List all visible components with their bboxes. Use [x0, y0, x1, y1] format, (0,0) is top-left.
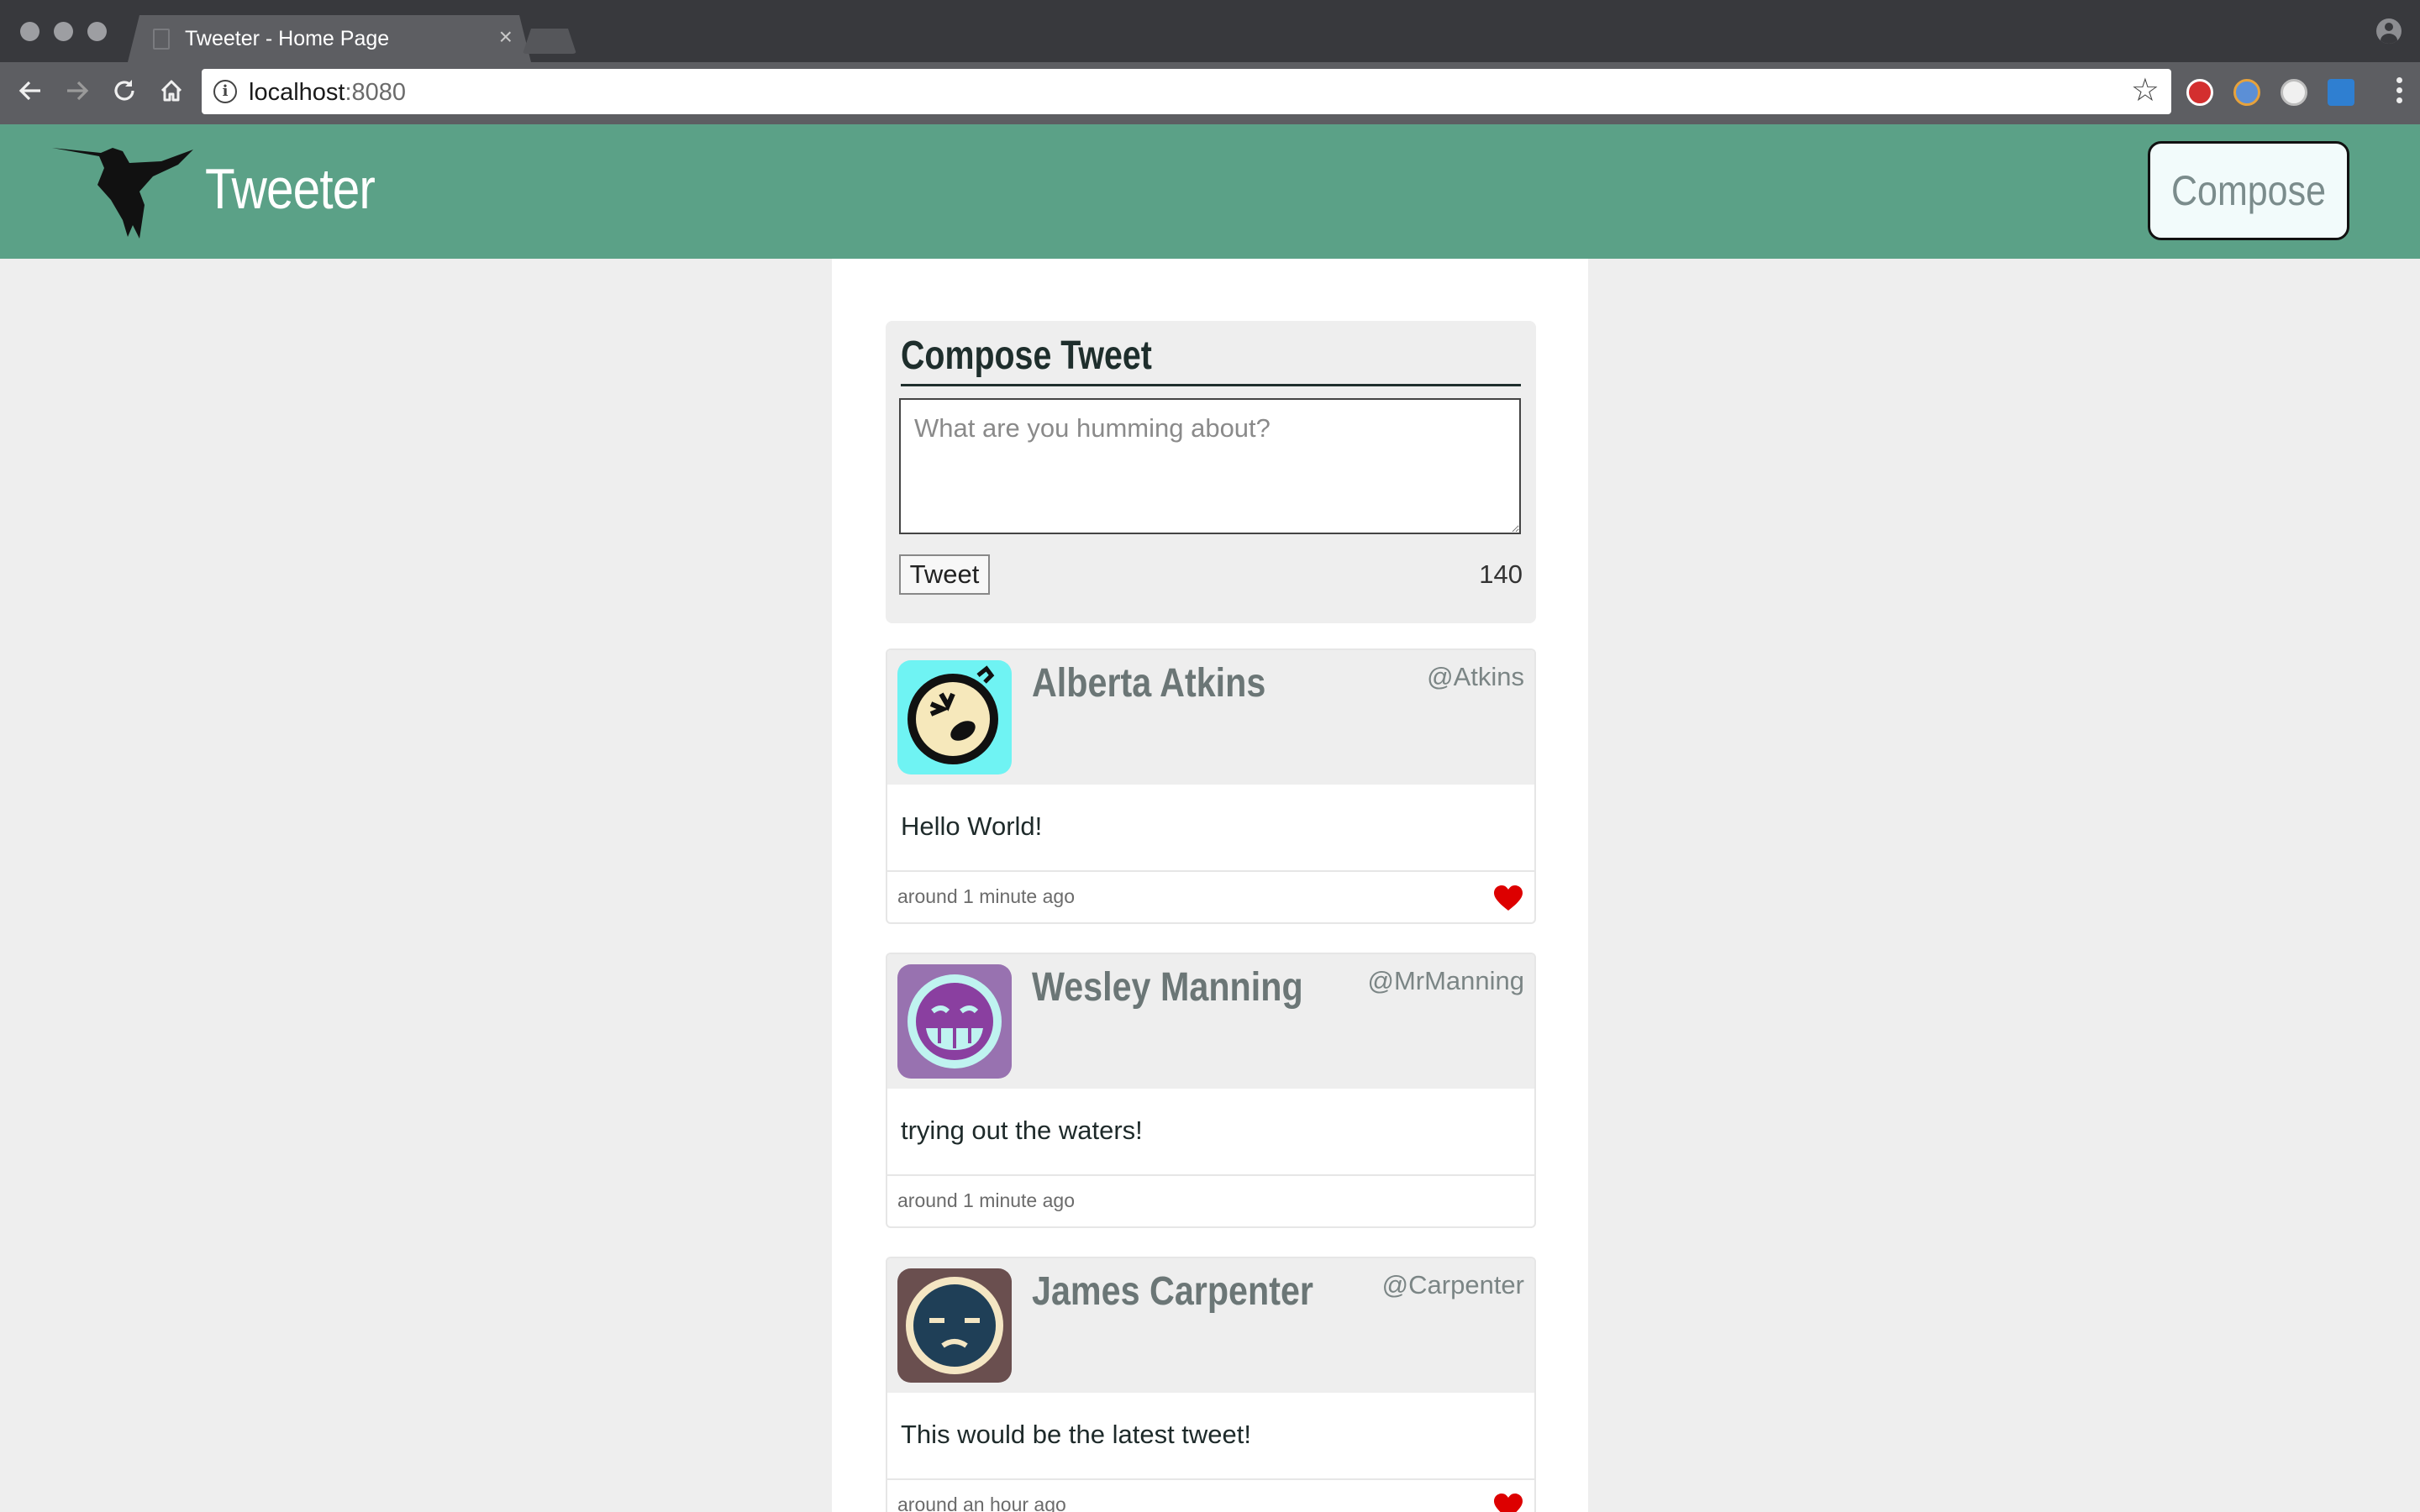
reload-icon[interactable]	[106, 72, 143, 109]
tweet-timestamp: around 1 minute ago	[897, 1189, 1075, 1211]
tab-title: Tweeter - Home Page	[185, 27, 390, 50]
browser-toolbar: i localhost:8080 ☆	[0, 62, 2420, 124]
avatar	[897, 660, 1012, 774]
tweet-text: trying out the waters!	[901, 1116, 1143, 1145]
profile-icon[interactable]	[2376, 18, 2402, 44]
extension-circle-icon[interactable]	[2281, 79, 2307, 106]
tab-close-icon[interactable]: ×	[499, 25, 513, 49]
url-host: localhost	[249, 79, 345, 106]
char-counter: 140	[1479, 559, 1523, 589]
tweet-footer: around 1 minute ago	[887, 874, 1534, 922]
tweet-timestamp: around an hour ago	[897, 1494, 1066, 1512]
address-bar[interactable]: i localhost:8080 ☆	[202, 69, 2171, 114]
tweet-body: trying out the waters!	[887, 1089, 1534, 1176]
tweet-author-name[interactable]: Alberta Atkins	[1032, 660, 1265, 706]
tweet-header: Wesley Manning @MrManning	[887, 954, 1534, 1089]
maximize-window-button[interactable]	[87, 22, 107, 41]
tweet-text: Hello World!	[901, 811, 1043, 841]
compose-button[interactable]: Compose	[2148, 141, 2349, 240]
heart-icon[interactable]	[1494, 885, 1523, 912]
main-container: Compose Tweet Tweet 140 Alberta Atkins @…	[832, 259, 1588, 1512]
bookmark-star-icon[interactable]: ☆	[2131, 74, 2160, 108]
tweet-body: This would be the latest tweet!	[887, 1393, 1534, 1480]
heart-icon[interactable]	[1494, 1494, 1523, 1512]
close-window-button[interactable]	[20, 22, 39, 41]
home-icon[interactable]	[153, 72, 190, 109]
forward-icon[interactable]	[59, 72, 96, 109]
tweet-author-handle[interactable]: @Carpenter	[1382, 1270, 1524, 1300]
back-icon[interactable]	[12, 72, 49, 109]
avatar	[897, 964, 1012, 1079]
app-nav: Tweeter Compose	[0, 124, 2420, 259]
tweet-header: James Carpenter @Carpenter	[887, 1258, 1534, 1393]
tweet-author-name[interactable]: James Carpenter	[1032, 1268, 1313, 1315]
tweet-body: Hello World!	[887, 785, 1534, 872]
tweet-footer: around 1 minute ago	[887, 1178, 1534, 1226]
extension-shield-icon[interactable]	[2186, 79, 2213, 106]
minimize-window-button[interactable]	[54, 22, 73, 41]
page-icon	[153, 29, 170, 50]
browser-menu-icon[interactable]	[2396, 77, 2403, 109]
tweet-author-handle[interactable]: @MrManning	[1367, 966, 1524, 996]
tweet-header: Alberta Atkins @Atkins	[887, 650, 1534, 785]
tweet-text: This would be the latest tweet!	[901, 1420, 1252, 1449]
info-icon[interactable]: i	[213, 80, 237, 103]
tweet-card: Wesley Manning @MrManning trying out the…	[886, 953, 1536, 1228]
extension-book-icon[interactable]	[2328, 79, 2354, 106]
tweet-card: Alberta Atkins @Atkins Hello World! arou…	[886, 648, 1536, 924]
url-text[interactable]: localhost:8080	[249, 79, 406, 107]
extension-glasses-icon[interactable]	[2233, 79, 2260, 106]
tweet-timestamp: around 1 minute ago	[897, 885, 1075, 907]
hummingbird-logo-icon	[52, 148, 193, 239]
compose-tweet-section: Compose Tweet Tweet 140	[886, 321, 1536, 623]
tweet-footer: around an hour ago	[887, 1482, 1534, 1512]
url-port: :8080	[345, 79, 407, 106]
browser-titlebar: Tweeter - Home Page ×	[0, 0, 2420, 62]
brand-title[interactable]: Tweeter	[205, 156, 376, 222]
tweet-author-handle[interactable]: @Atkins	[1427, 662, 1524, 692]
tweet-card: James Carpenter @Carpenter This would be…	[886, 1257, 1536, 1512]
tweet-author-name[interactable]: Wesley Manning	[1032, 964, 1303, 1011]
new-tab-button[interactable]	[523, 29, 576, 54]
tweet-submit-button[interactable]: Tweet	[899, 554, 990, 595]
compose-heading: Compose Tweet	[901, 333, 1521, 386]
tweet-textarea[interactable]	[899, 398, 1521, 534]
avatar	[897, 1268, 1012, 1383]
browser-tab[interactable]: Tweeter - Home Page ×	[128, 15, 531, 62]
compose-button-label: Compose	[2170, 167, 2327, 214]
